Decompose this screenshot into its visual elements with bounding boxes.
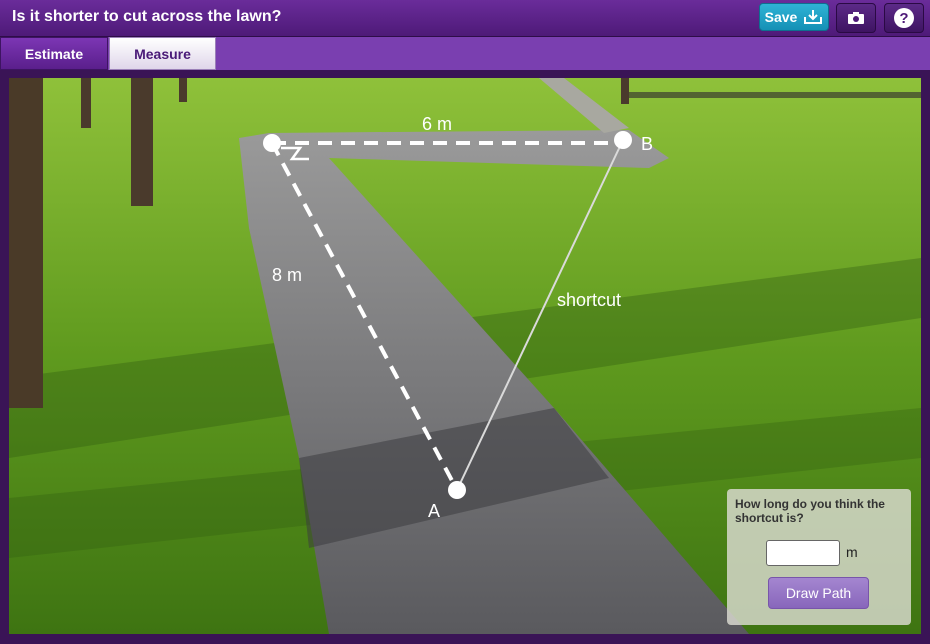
save-label: Save — [764, 9, 798, 25]
unit-label: m — [846, 544, 858, 560]
estimate-panel: How long do you think the shortcut is? m… — [727, 489, 911, 625]
tree-trunk — [9, 78, 43, 408]
page-title: Is it shorter to cut across the lawn? — [12, 8, 282, 25]
help-button[interactable]: ? — [884, 3, 924, 33]
segment-top-label: 6 m — [422, 114, 452, 134]
point-a-label: A — [428, 501, 440, 521]
tab-measure[interactable]: Measure — [109, 37, 216, 70]
point-b-marker[interactable] — [614, 131, 632, 149]
tree-trunk — [179, 78, 187, 102]
shortcut-label: shortcut — [557, 290, 621, 310]
tree-trunk — [131, 78, 153, 206]
save-button[interactable]: Save — [759, 3, 829, 31]
download-icon — [804, 10, 823, 24]
tree-trunk — [81, 78, 91, 128]
draw-path-button[interactable]: Draw Path — [768, 577, 869, 609]
title-bar: Is it shorter to cut across the lawn? Sa… — [0, 0, 930, 37]
camera-button[interactable] — [836, 3, 876, 33]
svg-text:?: ? — [899, 10, 908, 27]
point-a-marker[interactable] — [448, 481, 466, 499]
estimate-question: How long do you think the shortcut is? — [735, 497, 885, 525]
tab-estimate[interactable]: Estimate — [0, 37, 108, 70]
segment-left-label: 8 m — [272, 265, 302, 285]
shortcut-length-input[interactable] — [766, 540, 840, 566]
tree-trunk — [621, 78, 629, 104]
point-c-marker[interactable] — [263, 134, 281, 152]
camera-icon — [848, 12, 864, 24]
point-b-label: B — [641, 134, 653, 154]
bench — [629, 92, 921, 98]
help-icon: ? — [894, 8, 914, 28]
tab-bar: Estimate Measure — [0, 37, 930, 70]
